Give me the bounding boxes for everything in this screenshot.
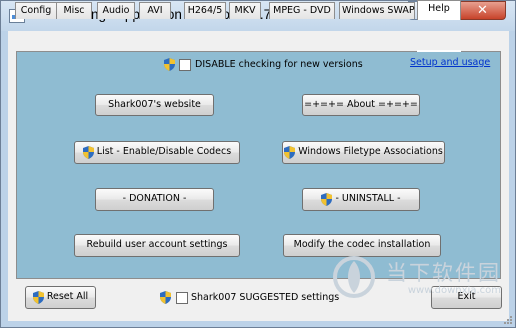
disable-version-check-checkbox[interactable] bbox=[179, 59, 191, 71]
uac-shield-icon bbox=[284, 145, 296, 159]
rebuild-settings-label: Rebuild user account settings bbox=[86, 239, 228, 250]
tab-h264[interactable]: H264/5 bbox=[184, 2, 226, 19]
tab-help[interactable]: Help bbox=[417, 0, 461, 20]
watermark: 当下软件园 www.downxia.com bbox=[333, 256, 501, 298]
tab-label: Misc bbox=[63, 5, 85, 16]
disable-version-check-label: DISABLE checking for new versions bbox=[195, 59, 363, 70]
tab-windows-swap[interactable]: Windows SWAP bbox=[339, 2, 415, 19]
filetype-associations-label: Windows Filetype Associations bbox=[298, 146, 443, 157]
donation-button[interactable]: - DONATION - bbox=[95, 188, 214, 211]
about-button[interactable]: =+=+= About =+=+= bbox=[302, 94, 420, 116]
tab-label: MPEG - DVD bbox=[273, 5, 331, 16]
tab-avi[interactable]: AVI bbox=[139, 2, 171, 19]
tab-label: H264/5 bbox=[187, 5, 223, 16]
uac-shield-icon bbox=[321, 192, 333, 206]
tab-config[interactable]: Config bbox=[15, 2, 57, 19]
app-window: 32bit Settings Application - version 3.7… bbox=[0, 0, 516, 328]
suggested-settings-label: Shark007 SUGGESTED settings bbox=[191, 292, 340, 303]
list-codecs-label: List - Enable/Disable Codecs bbox=[96, 146, 232, 157]
tab-label: Help bbox=[428, 3, 450, 14]
setup-usage-link[interactable]: Setup and usage bbox=[410, 57, 490, 68]
modify-installation-label: Modify the codec installation bbox=[293, 239, 431, 250]
uac-shield-icon bbox=[160, 291, 171, 304]
watermark-logo-icon bbox=[333, 256, 375, 298]
tab-label: Config bbox=[20, 5, 52, 16]
tab-misc[interactable]: Misc bbox=[56, 2, 92, 19]
website-button[interactable]: Shark007's website bbox=[95, 94, 214, 116]
close-icon: ✕ bbox=[477, 3, 488, 18]
close-button[interactable]: ✕ bbox=[459, 1, 506, 20]
uac-shield-icon bbox=[32, 290, 44, 304]
suggested-settings-checkbox[interactable] bbox=[176, 292, 188, 304]
resize-grip-icon[interactable] bbox=[502, 314, 512, 324]
tab-label: Windows SWAP bbox=[342, 5, 415, 16]
tab-label: Audio bbox=[102, 5, 130, 16]
tab-join bbox=[417, 50, 461, 52]
uac-shield-icon bbox=[164, 58, 175, 71]
filetype-associations-button[interactable]: Windows Filetype Associations bbox=[282, 141, 445, 164]
uninstall-button[interactable]: - UNINSTALL - bbox=[302, 188, 420, 211]
tab-audio[interactable]: Audio bbox=[97, 2, 135, 19]
tab-label: AVI bbox=[147, 5, 163, 16]
reset-all-label: Reset All bbox=[46, 291, 89, 302]
tab-mkv[interactable]: MKV bbox=[229, 2, 261, 19]
uninstall-button-label: - UNINSTALL - bbox=[335, 193, 401, 204]
tab-mpeg-dvd[interactable]: MPEG - DVD bbox=[269, 2, 335, 19]
watermark-text: 当下软件园 bbox=[386, 261, 501, 285]
modify-installation-button[interactable]: Modify the codec installation bbox=[283, 234, 441, 257]
reset-all-button[interactable]: Reset All bbox=[25, 286, 96, 309]
website-button-label: Shark007's website bbox=[108, 99, 201, 110]
about-button-label: =+=+= About =+=+= bbox=[304, 99, 418, 110]
list-codecs-button[interactable]: List - Enable/Disable Codecs bbox=[74, 141, 240, 164]
uac-shield-icon bbox=[82, 145, 94, 159]
rebuild-settings-button[interactable]: Rebuild user account settings bbox=[74, 234, 240, 257]
tab-label: MKV bbox=[234, 5, 256, 16]
donation-button-label: - DONATION - bbox=[122, 193, 187, 204]
